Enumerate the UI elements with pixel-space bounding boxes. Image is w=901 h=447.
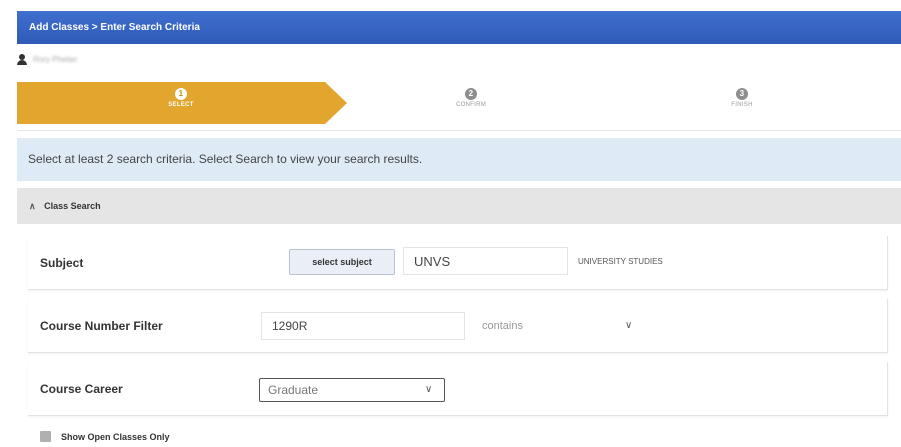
open-classes-checkbox[interactable] xyxy=(40,431,51,442)
subject-input[interactable] xyxy=(403,247,568,275)
divider xyxy=(17,130,901,131)
breadcrumb: Add Classes > Enter Search Criteria xyxy=(29,22,200,33)
step-label: SELECT xyxy=(168,102,194,108)
chevron-up-icon: ∧ xyxy=(29,201,36,211)
step-select[interactable]: 1 SELECT xyxy=(121,88,241,108)
section-title: Class Search xyxy=(44,201,101,211)
select-subject-button[interactable]: select subject xyxy=(289,249,395,275)
step-finish[interactable]: 3 FINISH xyxy=(682,88,802,108)
course-number-row: Course Number Filter contains ∨ xyxy=(28,299,888,353)
subject-description: UNIVERSITY STUDIES xyxy=(578,257,663,266)
user-name: Rory Phelan xyxy=(33,54,78,64)
chevron-down-icon: ∨ xyxy=(425,384,433,395)
info-message: Select at least 2 search criteria. Selec… xyxy=(17,138,901,181)
course-career-select[interactable]: Graduate ∨ xyxy=(259,378,445,402)
chevron-down-icon: ∨ xyxy=(625,320,633,331)
course-number-operator-select[interactable]: contains ∨ xyxy=(468,312,658,340)
user-line: Rory Phelan xyxy=(17,52,77,66)
course-number-label: Course Number Filter xyxy=(40,319,163,333)
step-label: FINISH xyxy=(731,102,753,108)
user-icon xyxy=(17,53,27,65)
step-progress: 1 SELECT 2 CONFIRM 3 FINISH xyxy=(17,82,901,124)
subject-label: Subject xyxy=(40,256,84,270)
open-classes-label: Show Open Classes Only xyxy=(61,431,170,442)
course-career-row: Course Career xyxy=(28,362,888,416)
course-career-label: Course Career xyxy=(40,382,123,396)
operator-value: contains xyxy=(482,320,523,332)
course-number-input[interactable] xyxy=(261,312,465,340)
page-header-bar: Add Classes > Enter Search Criteria xyxy=(17,11,901,44)
step-number: 1 xyxy=(175,88,187,100)
open-classes-toggle[interactable]: Show Open Classes Only xyxy=(40,431,170,442)
step-number: 3 xyxy=(736,88,748,100)
step-label: CONFIRM xyxy=(455,102,487,108)
subject-row: Subject select subject UNIVERSITY STUDIE… xyxy=(28,236,888,290)
step-number: 2 xyxy=(465,88,477,100)
step-confirm[interactable]: 2 CONFIRM xyxy=(411,88,531,108)
career-value: Graduate xyxy=(268,383,319,397)
class-search-section-toggle[interactable]: ∧ Class Search xyxy=(17,188,901,224)
